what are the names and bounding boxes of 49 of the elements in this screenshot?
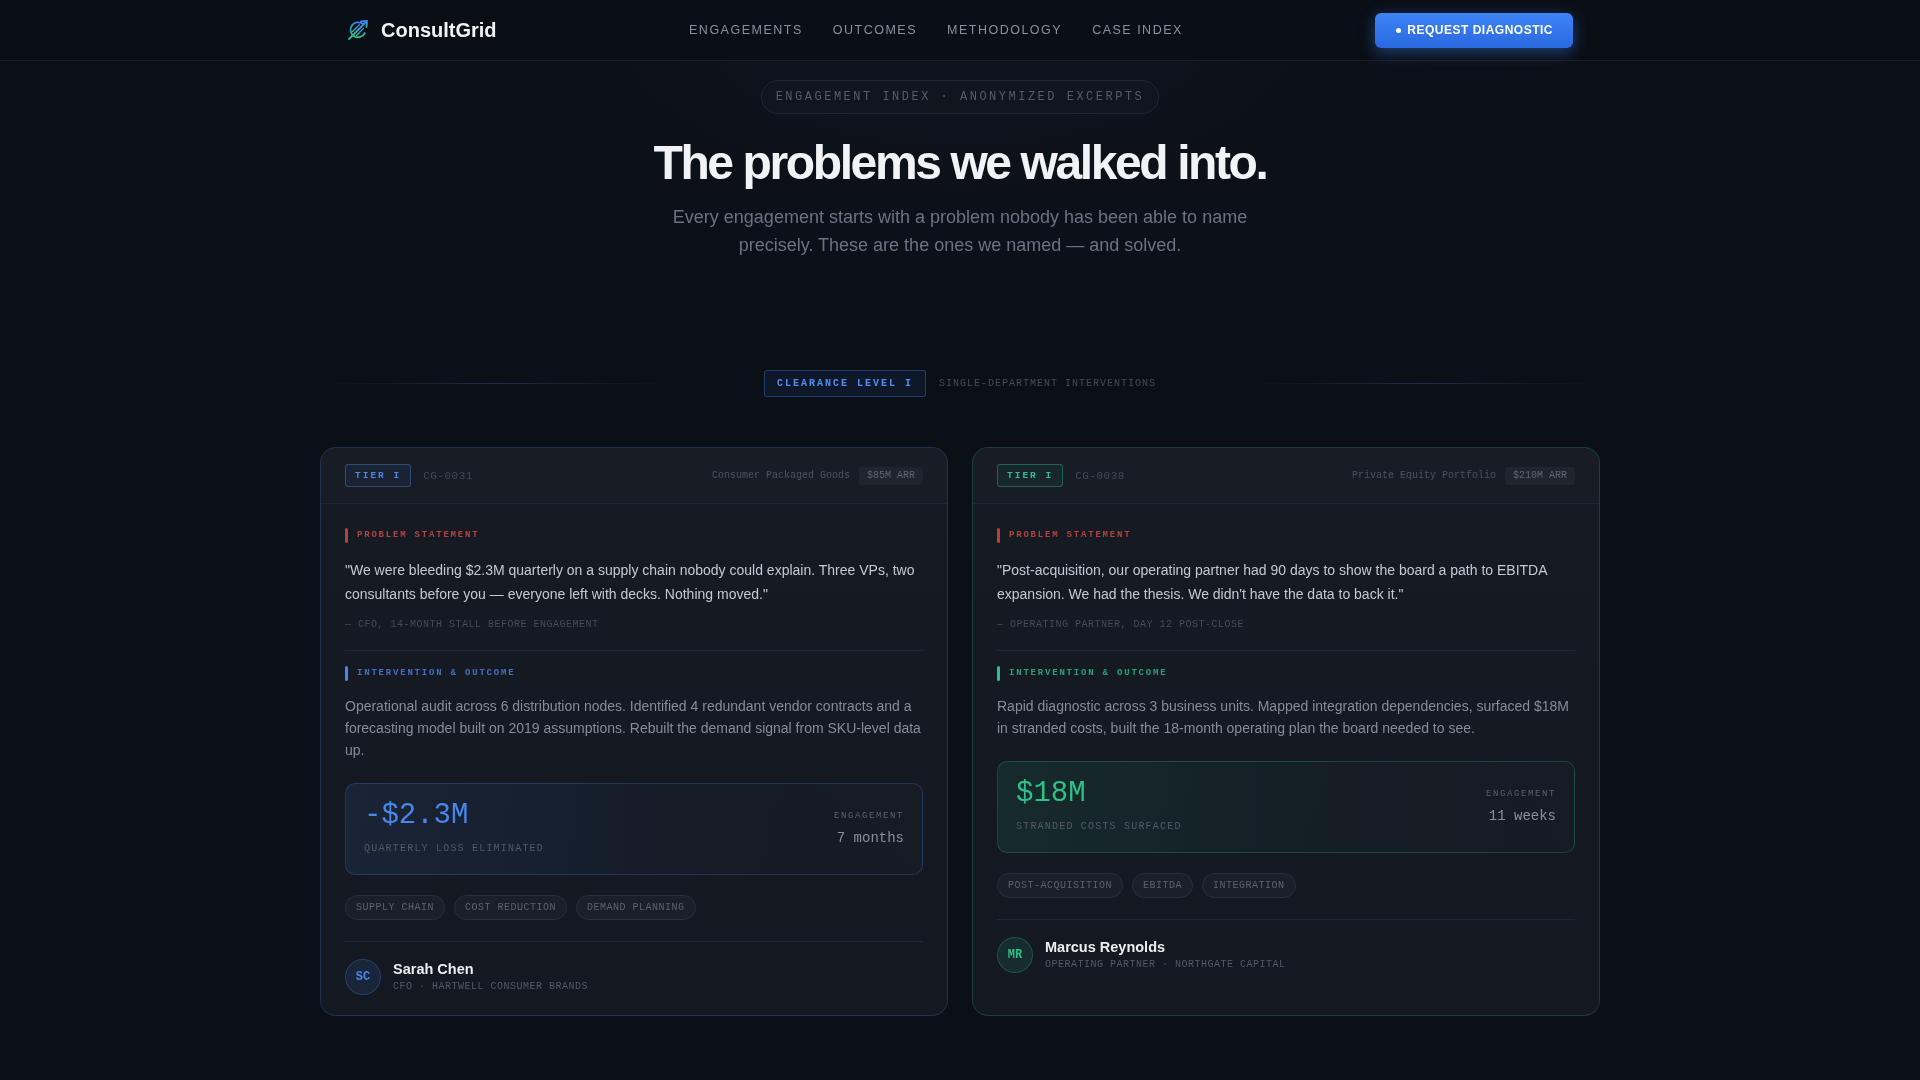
industry-label: Private Equity Portfolio bbox=[1351, 470, 1496, 481]
client-name: Sarah Chen bbox=[393, 960, 475, 978]
eyebrow-pill: ENGAGEMENT INDEX · ANONYMIZED EXCERPTS bbox=[760, 80, 1160, 114]
outcome-text: Operational audit across 6 distribution nodes. Identified 4 redundant vendor contracts and a forecasting model built on 2019 assumptions. Rebuilt the demand signal from SKU-level data up. bbox=[345, 697, 922, 760]
topic-tag: DEMAND PLANNING bbox=[576, 895, 696, 920]
client-role: OPERATING PARTNER · NORTHGATE CAPITAL bbox=[1045, 958, 1286, 972]
label-marker-icon bbox=[997, 528, 1000, 543]
metric-value: $18M bbox=[1016, 778, 1087, 810]
topic-tag: COST REDUCTION bbox=[454, 895, 568, 920]
page-subtitle: Every engagement starts with a problem nobody has been able to name precisely. These are the ones we named — and solved. bbox=[671, 206, 1249, 257]
problem-label: PROBLEM STATEMENT bbox=[1009, 529, 1132, 542]
label-marker-icon bbox=[997, 666, 1000, 681]
page-title: The problems we walked into. bbox=[653, 136, 1267, 189]
revenue-chip: $85M ARR bbox=[859, 466, 923, 485]
nav-link[interactable]: METHODOLOGY bbox=[947, 23, 1063, 37]
nav-link[interactable]: CASE INDEX bbox=[1092, 23, 1183, 37]
dot-icon bbox=[1396, 27, 1402, 33]
topic-tag: EBITDA bbox=[1132, 873, 1194, 898]
revenue-chip: $210M ARR bbox=[1505, 466, 1575, 485]
client-name: Marcus Reynolds bbox=[1045, 938, 1167, 956]
client-quote: "We were bleeding $2.3M quarterly on a supply chain nobody could explain. Three VPs, two consultants before you — everyone left with decks. Nothing moved." bbox=[345, 561, 916, 604]
label-marker-icon bbox=[345, 528, 348, 543]
section-scope: SINGLE-DEPARTMENT INTERVENTIONS bbox=[939, 378, 1157, 389]
duration-value: 11 weeks bbox=[1488, 806, 1556, 825]
client-avatar: MR bbox=[997, 937, 1033, 973]
topic-tag: POST-ACQUISITION bbox=[997, 873, 1123, 898]
duration-value: 7 months bbox=[836, 828, 904, 847]
outcome-label: INTERVENTION & OUTCOME bbox=[357, 667, 516, 680]
request-diagnostic-button[interactable]: REQUEST DIAGNOSTIC bbox=[1375, 12, 1573, 48]
logo-icon[interactable] bbox=[347, 19, 369, 41]
label-marker-icon bbox=[345, 666, 348, 681]
clearance-pill: CLEARANCE LEVEL I bbox=[763, 370, 926, 397]
outcome-text: Rapid diagnostic across 3 business units. Mapped integration dependencies, surfaced $18M in stranded costs, built the 18-month operating plan the board needed to see. bbox=[997, 697, 1571, 738]
topic-tag: INTEGRATION bbox=[1202, 873, 1296, 898]
tier-badge: TIER I bbox=[345, 464, 412, 487]
client-avatar: SC bbox=[345, 959, 381, 995]
duration-label: ENGAGEMENT bbox=[1486, 787, 1556, 800]
client-role: CFO · HARTWELL CONSUMER BRANDS bbox=[393, 980, 589, 994]
nav-link[interactable]: ENGAGEMENTS bbox=[689, 23, 803, 37]
nav-link[interactable]: OUTCOMES bbox=[832, 23, 917, 37]
duration-label: ENGAGEMENT bbox=[834, 809, 904, 822]
client-quote: "Post-acquisition, our operating partner had 90 days to show the board a path to EBITDA expansion. We had the thesis. We didn't have the data to back it." bbox=[997, 561, 1549, 604]
metric-label: STRANDED COSTS SURFACED bbox=[1016, 820, 1182, 834]
outcome-label: INTERVENTION & OUTCOME bbox=[1009, 667, 1168, 680]
topic-tag: SUPPLY CHAIN bbox=[345, 895, 445, 920]
problem-label: PROBLEM STATEMENT bbox=[357, 529, 480, 542]
tier-badge: TIER I bbox=[997, 464, 1064, 487]
brand-name[interactable]: ConsultGrid bbox=[381, 18, 497, 42]
metric-value: -$2.3M bbox=[364, 800, 470, 832]
